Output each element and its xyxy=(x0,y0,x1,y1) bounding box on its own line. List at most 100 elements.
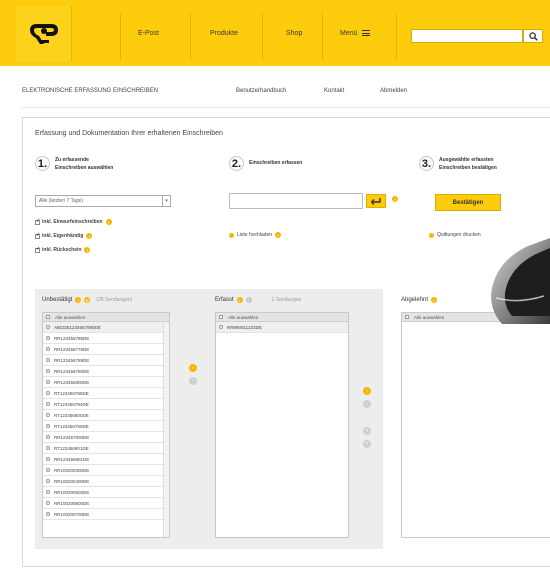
radio[interactable] xyxy=(46,424,50,428)
list-item[interactable]: RT123456901DE xyxy=(43,443,169,454)
check-rueckschein[interactable]: inkl. Rückscheini xyxy=(35,246,91,253)
list-item[interactable]: RR123456785DE xyxy=(43,333,169,344)
list-item[interactable]: ABCDE1234567890DE xyxy=(43,322,169,333)
link-benutzerhandbuch[interactable]: Benutzerhandbuch xyxy=(236,88,286,94)
select-all-checkbox[interactable] xyxy=(46,315,50,319)
list-item[interactable]: RR123456789DE xyxy=(43,355,169,366)
radio[interactable] xyxy=(46,501,50,505)
list-header[interactable]: Alle auswählen xyxy=(216,313,348,322)
nav-divider xyxy=(262,14,263,60)
info-icon[interactable]: i xyxy=(84,247,91,253)
list-item[interactable]: RT123456800DE xyxy=(43,410,169,421)
radio[interactable] xyxy=(46,457,50,461)
info-icon[interactable]: i xyxy=(75,297,82,303)
liste-hochladen-link[interactable]: Liste hochladen i xyxy=(229,232,282,238)
nav-produkte[interactable]: Produkte xyxy=(210,30,238,37)
search-input[interactable] xyxy=(411,29,523,43)
list-item-label: RR123456776DE xyxy=(54,346,90,352)
radio[interactable] xyxy=(46,479,50,483)
check-eigenhaendig[interactable]: inkl. Eigenhändigi xyxy=(35,232,93,239)
checkbox[interactable] xyxy=(35,232,40,239)
list-item[interactable]: RT123456790DE xyxy=(43,421,169,432)
radio[interactable] xyxy=(46,402,50,406)
list-abgelehnt[interactable]: Alle auswählen xyxy=(401,312,550,538)
move-right-icon[interactable]: › xyxy=(363,387,371,395)
print-icon[interactable]: ▪ xyxy=(245,297,252,303)
list-item[interactable]: RR123457000DE xyxy=(43,432,169,443)
list-item[interactable]: RR990011223DE xyxy=(216,322,348,333)
sendungsnummer-input[interactable] xyxy=(229,193,363,209)
list-item[interactable]: RR100200300DE xyxy=(43,465,169,476)
refresh-icon[interactable]: ↻ xyxy=(84,297,91,303)
panel-unbestaetigt: Unbestätigt i ↻ (28 Sendungen) Alle ausw… xyxy=(35,289,207,549)
list-item[interactable]: RR123456776DE xyxy=(43,344,169,355)
posthorn-icon xyxy=(29,24,58,44)
link-abmelden[interactable]: Abmelden xyxy=(380,88,407,94)
list-item[interactable]: RR100200700DE xyxy=(43,509,169,520)
radio[interactable] xyxy=(46,391,50,395)
list-item-label: RR100200400DE xyxy=(54,478,90,484)
list-item-label: RR123456790DE xyxy=(54,368,90,374)
info-icon[interactable]: i xyxy=(392,196,398,202)
info-icon[interactable]: i xyxy=(105,219,112,225)
move-right-icon[interactable]: › xyxy=(189,364,197,372)
search-button[interactable] xyxy=(523,29,543,43)
step-line: Einschreiben bestätigen xyxy=(439,165,497,171)
handheld-scanner-image xyxy=(491,238,550,324)
radio[interactable] xyxy=(46,490,50,494)
radio[interactable] xyxy=(46,446,50,450)
enter-button[interactable] xyxy=(366,194,386,208)
logo[interactable] xyxy=(16,6,72,62)
move-left-icon[interactable]: ‹ xyxy=(363,400,371,408)
select-all-checkbox[interactable] xyxy=(405,315,409,319)
link-kontakt[interactable]: Kontakt xyxy=(324,88,344,94)
move-up-icon[interactable]: ˄ xyxy=(363,427,371,435)
list-item[interactable]: RR100200400DE xyxy=(43,476,169,487)
list-item[interactable]: RR123456901DE xyxy=(43,454,169,465)
list-item[interactable]: RR100200600DE xyxy=(43,498,169,509)
period-select[interactable]: Alle (letzten 7 Tage) ▾ xyxy=(35,195,171,207)
quittungen-drucken-link[interactable]: Quittungen drucken xyxy=(429,232,481,238)
radio[interactable] xyxy=(46,358,50,362)
step-text: Zu erfassende Einschreiben auswählen xyxy=(55,156,113,172)
radio[interactable] xyxy=(46,347,50,351)
select-value: Alle (letzten 7 Tage) xyxy=(39,198,84,204)
list-item[interactable]: RR100200500DE xyxy=(43,487,169,498)
radio[interactable] xyxy=(46,325,50,329)
checkbox[interactable] xyxy=(35,246,40,253)
check-label: inkl. Einwurfeinschreiben xyxy=(42,219,103,225)
nav-shop[interactable]: Shop xyxy=(286,30,302,37)
list-item[interactable]: RT123456794DE xyxy=(43,399,169,410)
nav-epost[interactable]: E-Post xyxy=(138,30,159,37)
panel-count: 1 Sendungen xyxy=(271,297,302,303)
list-unbestaetigt[interactable]: Alle auswählen ABCDE1234567890DE RR123456… xyxy=(42,312,170,538)
radio[interactable] xyxy=(46,512,50,516)
scrollbar[interactable] xyxy=(163,322,169,537)
info-icon[interactable]: i xyxy=(275,232,282,238)
checkbox[interactable] xyxy=(35,218,40,225)
radio[interactable] xyxy=(46,413,50,417)
nav-menu[interactable]: Menü xyxy=(340,30,370,37)
check-einwurf[interactable]: inkl. Einwurfeinschreibeni xyxy=(35,218,112,225)
radio[interactable] xyxy=(219,325,223,329)
list-item[interactable]: RT123456785DE xyxy=(43,388,169,399)
list-item[interactable]: RR123456790DE xyxy=(43,366,169,377)
link-label: Quittungen drucken xyxy=(437,232,481,238)
info-icon[interactable]: i xyxy=(431,297,438,303)
move-left-icon[interactable]: ‹ xyxy=(189,377,197,385)
radio[interactable] xyxy=(46,369,50,373)
confirm-button[interactable]: Bestätigen xyxy=(435,194,501,211)
select-all-checkbox[interactable] xyxy=(219,315,223,319)
radio[interactable] xyxy=(46,435,50,439)
list-item[interactable]: RR123456800DE xyxy=(43,377,169,388)
radio[interactable] xyxy=(46,468,50,472)
list-item-label: RT123456785DE xyxy=(54,390,89,396)
list-erfasst[interactable]: Alle auswählen RR990011223DE xyxy=(215,312,349,538)
radio[interactable] xyxy=(46,336,50,340)
info-icon[interactable]: i xyxy=(86,233,93,239)
info-icon[interactable]: i xyxy=(236,297,243,303)
bullet-icon xyxy=(229,232,234,238)
list-header[interactable]: Alle auswählen xyxy=(43,313,169,322)
move-down-icon[interactable]: ˅ xyxy=(363,440,371,448)
radio[interactable] xyxy=(46,380,50,384)
